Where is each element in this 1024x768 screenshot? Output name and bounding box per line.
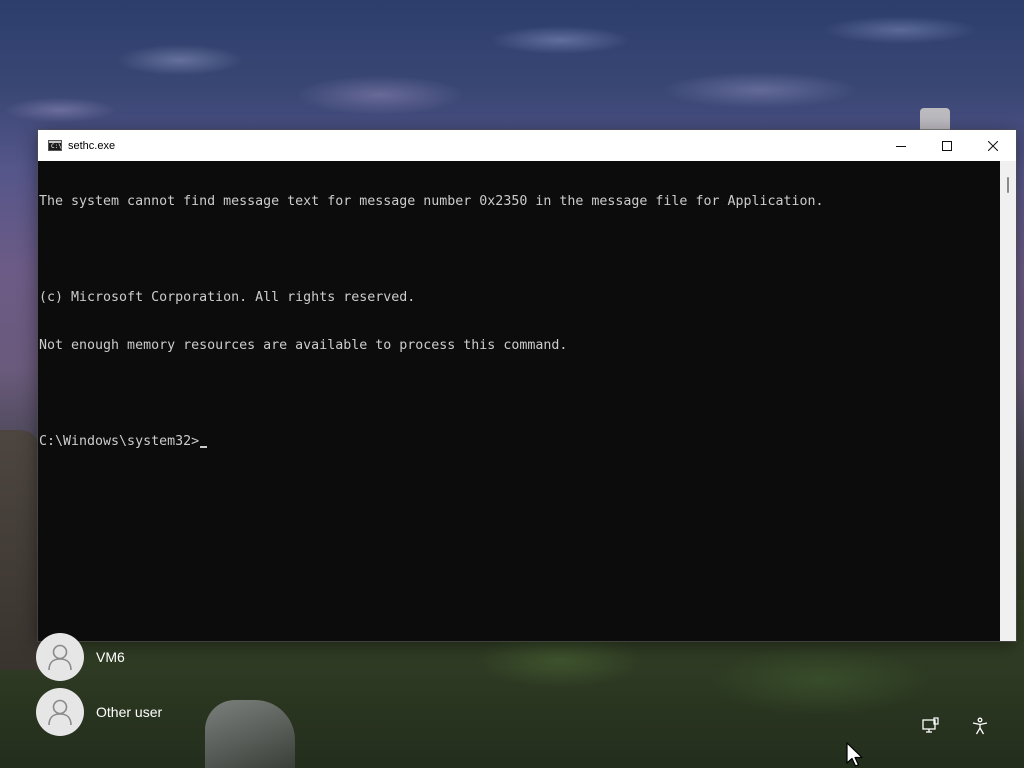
avatar: [36, 688, 84, 736]
minimize-button[interactable]: [878, 130, 924, 161]
command-prompt: C:\Windows\system32>: [39, 434, 200, 449]
mouse-pointer-icon: [846, 742, 863, 767]
accessibility-icon: [972, 717, 988, 735]
avatar: [36, 633, 84, 681]
console-window[interactable]: C:\ sethc.exe The system cannot find mes…: [38, 130, 1016, 641]
user-icon: [48, 699, 72, 726]
console-icon: C:\: [48, 140, 62, 151]
minimize-icon: [896, 145, 906, 147]
network-icon: [922, 717, 939, 733]
user-tile-other-user[interactable]: Other user: [36, 688, 162, 736]
network-button[interactable]: [920, 715, 942, 737]
maximize-icon: [942, 140, 952, 151]
background-rock: [205, 700, 295, 768]
user-tile-vm6[interactable]: VM6: [36, 633, 125, 681]
scrollbar-thumb[interactable]: [1007, 177, 1009, 193]
console-line: (c) Microsoft Corporation. All rights re…: [39, 290, 416, 305]
background-cliff: [0, 430, 40, 670]
user-icon: [48, 644, 72, 671]
close-button[interactable]: [970, 130, 1016, 161]
console-output[interactable]: The system cannot find message text for …: [38, 161, 1000, 641]
maximize-button[interactable]: [924, 130, 970, 161]
caption-buttons: [878, 130, 1016, 161]
console-line: The system cannot find message text for …: [39, 194, 824, 209]
accessibility-button[interactable]: [969, 715, 991, 737]
user-name: VM6: [96, 649, 125, 665]
vertical-scrollbar[interactable]: [1000, 161, 1016, 641]
prompt-line[interactable]: C:\Windows\system32>: [39, 434, 1000, 450]
user-name: Other user: [96, 704, 163, 720]
title-bar[interactable]: C:\ sethc.exe: [38, 130, 1016, 161]
background-lighthouse: [920, 108, 950, 132]
console-line: Not enough memory resources are availabl…: [39, 338, 568, 353]
text-cursor: [200, 446, 208, 448]
window-title: sethc.exe: [68, 139, 116, 152]
close-icon: [988, 140, 998, 151]
